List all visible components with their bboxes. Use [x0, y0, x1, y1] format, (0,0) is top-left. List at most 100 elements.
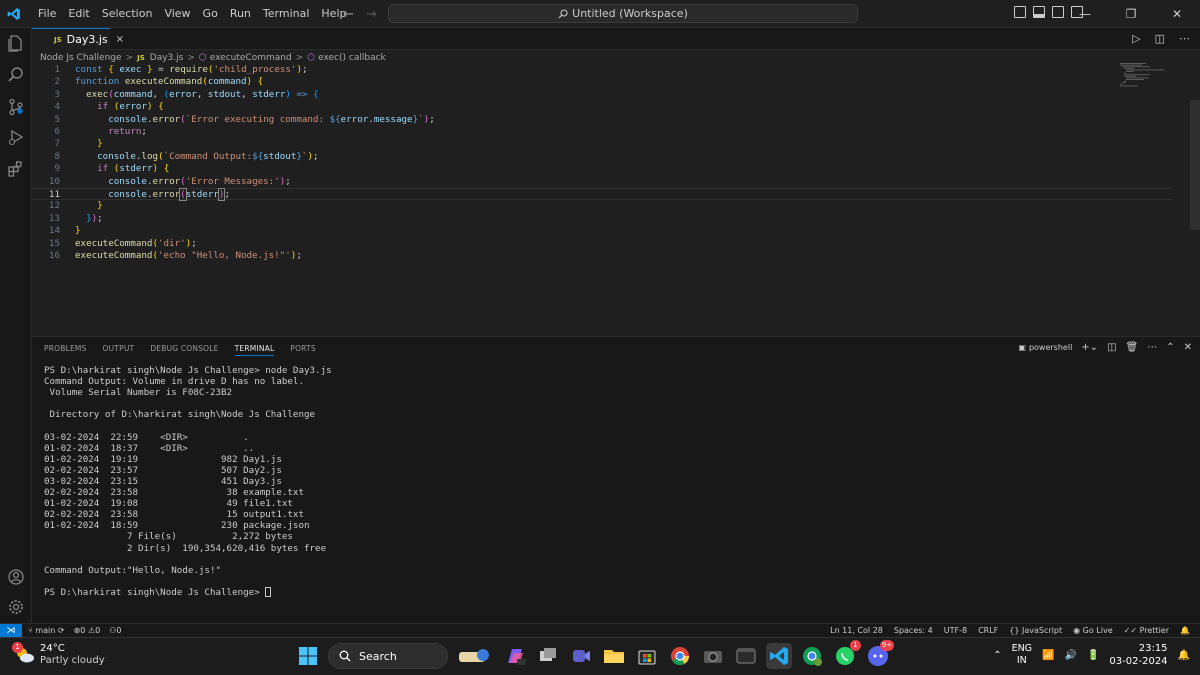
menu-go[interactable]: Go — [197, 0, 224, 28]
code-text: }); — [86, 212, 103, 224]
discord-icon[interactable]: 9+ — [865, 640, 894, 669]
chevron-up-icon[interactable]: ⌃ — [993, 650, 1001, 661]
tab-terminal[interactable]: TERMINAL — [234, 344, 275, 356]
breadcrumb-file[interactable]: Day3.js — [150, 53, 184, 63]
terminal-line: 01-02-2024 18:59 230 package.json — [44, 520, 310, 532]
tab-problems[interactable]: PROBLEMS — [44, 344, 87, 356]
forward-arrow-icon[interactable]: → — [366, 7, 377, 22]
editor-scrollbar[interactable] — [1190, 100, 1200, 230]
camera-icon[interactable] — [700, 643, 726, 669]
problems-indicator[interactable]: ⊗0 ⚠0 — [74, 624, 101, 638]
lang-top: ENG — [1011, 643, 1033, 654]
copilot-icon[interactable] — [502, 643, 528, 669]
menu-run[interactable]: Run — [224, 0, 257, 28]
microsoft-store-icon[interactable] — [634, 643, 660, 669]
windows-start-icon[interactable] — [295, 643, 321, 669]
close-panel-icon[interactable]: ✕ — [1184, 342, 1192, 353]
language-mode[interactable]: {} JavaScript — [1009, 624, 1062, 638]
weather-widget[interactable]: 1 24°C Partly cloudy — [12, 642, 105, 667]
run-debug-icon[interactable] — [7, 128, 25, 146]
terminal-output[interactable]: PS D:\harkirat singh\Node Js Challenge> … — [44, 365, 332, 598]
terminal-line: 02-02-2024 23:58 15 output1.txt — [44, 509, 304, 521]
wifi-icon[interactable]: 📶 — [1042, 650, 1054, 661]
chrome-icon[interactable] — [667, 643, 693, 669]
close-icon[interactable]: × — [116, 34, 124, 45]
notifications-bell-icon[interactable]: 🔔 — [1180, 624, 1190, 638]
git-branch[interactable]: ⑂ main ⟳ — [28, 624, 65, 638]
tab-output[interactable]: OUTPUT — [103, 344, 135, 356]
menu-file[interactable]: File — [32, 0, 62, 28]
line-number: 12 — [48, 200, 60, 212]
more-actions-icon[interactable]: ⋯ — [1179, 32, 1190, 45]
breadcrumb-function[interactable]: executeCommand — [210, 53, 292, 63]
whatsapp-icon[interactable]: 1 — [832, 640, 861, 669]
ports-indicator[interactable]: ⚇0 — [109, 624, 121, 638]
toggle-panel-icon[interactable] — [1033, 6, 1045, 18]
system-tray: ⌃ ENG IN 📶 🔊 🔋 23:15 03-02-2024 🔔 — [993, 642, 1190, 668]
battery-icon[interactable]: 🔋 — [1087, 650, 1099, 661]
terminal-line-prompt: PS D:\harkirat singh\Node Js Challenge> … — [44, 365, 332, 376]
terminal-line: 03-02-2024 22:59 <DIR> . — [44, 431, 249, 443]
code-text: if (stderr) { — [97, 163, 170, 175]
explorer-icon[interactable] — [7, 34, 25, 52]
code-text: executeCommand('echo "Hello, Node.js!"')… — [75, 250, 302, 261]
remote-indicator-icon[interactable]: ⋊ — [0, 624, 22, 638]
chrome-profile-icon[interactable] — [799, 643, 825, 669]
prettier-status[interactable]: ✓✓ Prettier — [1124, 624, 1169, 638]
back-arrow-icon[interactable]: ← — [343, 7, 354, 22]
tab-label: Day3.js — [66, 33, 108, 46]
new-terminal-icon[interactable]: +⌄ — [1081, 342, 1098, 353]
clock[interactable]: 23:15 03-02-2024 — [1109, 642, 1167, 668]
code-editor[interactable]: 1 const { exec } = require('child_process… — [32, 64, 1172, 334]
search-sidebar-icon[interactable] — [7, 66, 25, 84]
minimize-icon[interactable]: — — [1062, 0, 1108, 28]
teams-meet-icon[interactable] — [568, 643, 594, 669]
minimap[interactable] — [1118, 62, 1168, 88]
encoding[interactable]: UTF-8 — [944, 624, 967, 638]
go-live-button[interactable]: ◉ Go Live — [1073, 624, 1113, 638]
restore-icon[interactable]: ❐ — [1108, 0, 1154, 28]
menu-terminal[interactable]: Terminal — [257, 0, 316, 28]
menu-view[interactable]: View — [158, 0, 196, 28]
split-editor-icon[interactable]: ◫ — [1155, 32, 1165, 45]
tab-debug-console[interactable]: DEBUG CONSOLE — [150, 344, 218, 356]
code-line: 16 executeCommand('echo "Hello, Node.js!"… — [32, 250, 1172, 262]
command-center[interactable]: Untitled (Workspace) — [388, 4, 858, 23]
menu-selection[interactable]: Selection — [96, 0, 159, 28]
split-terminal-icon[interactable]: ◫ — [1107, 342, 1116, 353]
extensions-icon[interactable] — [7, 160, 25, 178]
taskbar-search[interactable]: Search — [328, 643, 448, 669]
indentation[interactable]: Spaces: 4 — [894, 624, 933, 638]
more-actions-icon[interactable]: ⋯ — [1147, 342, 1157, 353]
close-window-icon[interactable]: ✕ — [1154, 0, 1200, 28]
volume-icon[interactable]: 🔊 — [1065, 650, 1077, 661]
tab-day3-js[interactable]: JS Day3.js × — [32, 28, 124, 50]
cursor-position[interactable]: Ln 11, Col 28 — [830, 624, 883, 638]
menu-edit[interactable]: Edit — [62, 0, 95, 28]
toggle-primary-sidebar-icon[interactable] — [1014, 6, 1026, 18]
file-explorer-icon[interactable] — [601, 643, 627, 669]
trash-icon[interactable]: 🗑 — [1126, 342, 1139, 353]
nav-arrows: ← → — [343, 0, 377, 28]
account-icon[interactable] — [7, 568, 25, 586]
function-cube-icon: ⬡ — [198, 53, 207, 63]
code-text: } — [97, 138, 103, 150]
source-control-icon[interactable] — [7, 98, 25, 116]
terminal-instance[interactable]: ▣ powershell — [1018, 343, 1072, 352]
windows-taskbar: 1 24°C Partly cloudy Search 1 9+ ⌃ ENG I… — [0, 637, 1200, 675]
terminal-line: Command Output:"Hello, Node.js!" — [44, 564, 222, 576]
run-icon[interactable]: ▷ — [1132, 32, 1140, 45]
breadcrumb-callback[interactable]: exec() callback — [318, 53, 386, 63]
breadcrumb-folder[interactable]: Node Js Challenge — [40, 53, 122, 63]
line-ending[interactable]: CRLF — [978, 624, 998, 638]
terminal-app-icon[interactable] — [733, 643, 759, 669]
gear-icon[interactable] — [7, 598, 25, 616]
search-highlight-icon[interactable] — [455, 643, 495, 669]
notifications-icon[interactable]: 🔔 — [1178, 650, 1190, 661]
tab-ports[interactable]: PORTS — [290, 344, 315, 356]
task-view-icon[interactable] — [535, 643, 561, 669]
lang-bottom: IN — [1016, 655, 1027, 666]
vscode-taskbar-icon[interactable] — [766, 643, 792, 669]
input-language[interactable]: ENG IN — [1012, 643, 1032, 667]
maximize-panel-icon[interactable]: ⌃ — [1166, 342, 1174, 353]
